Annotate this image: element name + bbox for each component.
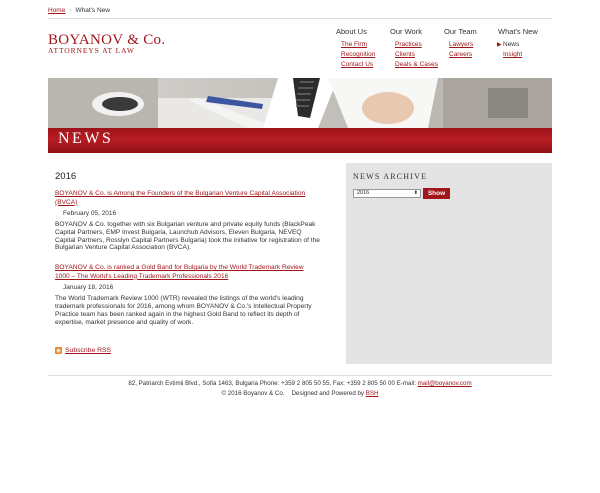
nav-heading-about[interactable]: About Us (336, 27, 390, 40)
news-item-date: February 05, 2016 (63, 210, 117, 217)
nav-group-about: About Us The Firm Recognition Contact Us (336, 27, 390, 70)
rss-icon: ◉ (55, 347, 62, 354)
nav-group-team: Our Team Lawyers Careers (444, 27, 498, 70)
nav-group-whats-new: What's New ▶ News Insight (497, 27, 552, 70)
footer-powered-text: Designed and Powered by (291, 389, 365, 397)
breadcrumb-separator: › (69, 7, 72, 14)
news-item-title-link[interactable]: BOYANOV & Co. is Among the Founders of t… (55, 190, 320, 207)
news-item-date: January 18, 2016 (63, 284, 114, 292)
nav-item-lawyers[interactable]: Lawyers (444, 40, 498, 50)
breadcrumb: Home › What's New (48, 7, 110, 14)
footer-address: 82, Patriarch Evtimii Blvd., Sofia 1463,… (128, 380, 416, 387)
breadcrumb-current: What's New (75, 7, 110, 14)
banner-band (48, 128, 552, 153)
footer-divider (48, 375, 552, 376)
logo-tagline: ATTORNEYS AT LAW (48, 46, 135, 55)
nav-item-deals-cases[interactable]: Deals & Cases (390, 60, 444, 70)
news-item: BOYANOV & Co. is Among the Founders of t… (55, 190, 320, 252)
archive-year-value: 2016 (357, 190, 370, 196)
news-item-title-link[interactable]: BOYANOV & Co. is ranked a Gold Band for … (55, 264, 320, 281)
footer: 82, Patriarch Evtimii Blvd., Sofia 1463,… (0, 379, 600, 398)
subscribe-rss[interactable]: ◉ Subscribe RSS (55, 347, 111, 354)
nav-group-work: Our Work Practices Clients Deals & Cases (390, 27, 444, 70)
banner-photo (48, 78, 552, 128)
news-item-body: BOYANOV & Co. together with six Bulgaria… (55, 221, 320, 252)
page-banner: NEWS (48, 78, 552, 153)
chevron-down-icon: ⬍ (413, 190, 418, 196)
footer-bsh-link[interactable]: BSH (366, 390, 379, 397)
nav-item-clients[interactable]: Clients (390, 50, 444, 60)
current-arrow-icon: ▶ (497, 42, 502, 48)
footer-copyright: © 2016 Boyanov & Co. (221, 389, 285, 397)
nav-heading-team[interactable]: Our Team (444, 27, 498, 40)
nav-item-news-label: News (503, 41, 520, 48)
subscribe-rss-link[interactable]: Subscribe RSS (65, 347, 111, 354)
breadcrumb-home-link[interactable]: Home (48, 7, 65, 14)
year-heading: 2016 (55, 171, 77, 182)
page-title: NEWS (58, 130, 114, 147)
nav-item-the-firm[interactable]: The Firm (336, 40, 390, 50)
show-button[interactable]: Show (423, 188, 450, 199)
top-divider (48, 18, 552, 19)
nav-heading-work[interactable]: Our Work (390, 27, 444, 40)
nav-item-insight[interactable]: Insight (498, 50, 552, 60)
archive-year-select[interactable]: 2016 ⬍ (353, 189, 421, 198)
logo[interactable]: BOYANOV & Co. ATTORNEYS AT LAW (48, 33, 165, 55)
nav-heading-whats-new[interactable]: What's New (498, 27, 552, 40)
footer-copyright-line: © 2016 Boyanov & Co. Designed and Powere… (0, 389, 600, 399)
footer-contact-line: 82, Patriarch Evtimii Blvd., Sofia 1463,… (0, 379, 600, 389)
footer-email-link[interactable]: mail@boyanov.com (418, 380, 472, 387)
news-list: 2016 BOYANOV & Co. is Among the Founders… (55, 171, 320, 336)
main-nav: About Us The Firm Recognition Contact Us… (336, 27, 552, 70)
nav-item-contact-us[interactable]: Contact Us (336, 60, 390, 70)
news-item: BOYANOV & Co. is ranked a Gold Band for … (55, 264, 320, 326)
nav-item-recognition[interactable]: Recognition (336, 50, 390, 60)
logo-name: BOYANOV & Co. (48, 32, 166, 48)
nav-item-news-current[interactable]: ▶ News (497, 40, 552, 50)
nav-item-careers[interactable]: Careers (444, 50, 498, 60)
nav-item-practices[interactable]: Practices (390, 40, 444, 50)
news-archive-panel: NEWS ARCHIVE 2016 ⬍ Show (346, 163, 552, 364)
news-archive-title: NEWS ARCHIVE (353, 172, 428, 181)
news-item-body: The World Trademark Review 1000 (WTR) re… (55, 295, 312, 326)
